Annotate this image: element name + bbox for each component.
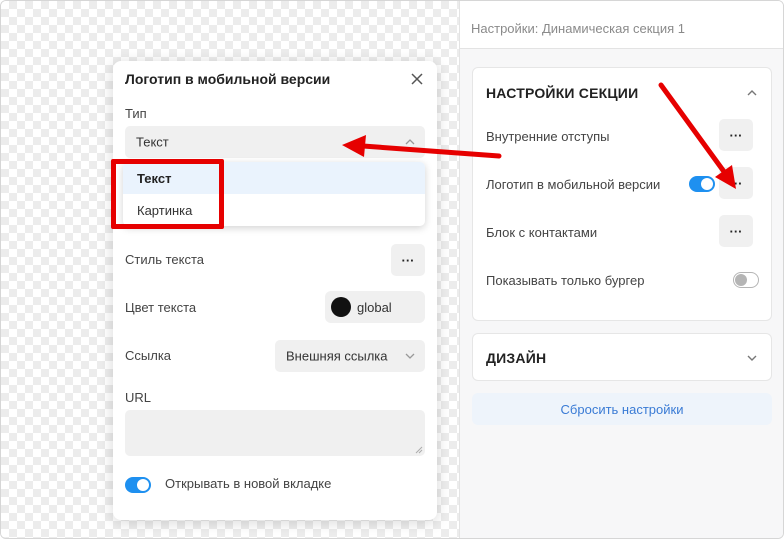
chevron-down-icon[interactable] bbox=[747, 353, 757, 363]
chevron-up-icon bbox=[405, 139, 415, 145]
color-swatch bbox=[331, 297, 351, 317]
text-style-more-button[interactable]: ··· bbox=[391, 244, 425, 276]
row-label-burger-only: Показывать только бургер bbox=[486, 273, 645, 288]
type-select[interactable]: Текст bbox=[125, 126, 425, 158]
chevron-up-icon[interactable] bbox=[747, 88, 757, 98]
text-color-label: Цвет текста bbox=[125, 300, 197, 315]
settings-panel-title: Настройки: Динамическая секция 1 bbox=[471, 21, 686, 36]
open-new-tab-toggle[interactable] bbox=[125, 477, 151, 493]
open-new-tab-label: Открывать в новой вкладке bbox=[165, 476, 332, 491]
toggle-knob bbox=[735, 274, 747, 286]
type-dropdown: Текст Картинка bbox=[123, 162, 425, 226]
mobile-logo-more-button[interactable]: ··· bbox=[719, 167, 753, 199]
mobile-logo-toggle[interactable] bbox=[689, 176, 715, 192]
row-label-inner-padding: Внутренние отступы bbox=[486, 129, 610, 144]
type-select-value: Текст bbox=[136, 134, 169, 150]
text-color-picker[interactable]: global bbox=[325, 291, 425, 323]
section-settings-card: НАСТРОЙКИ СЕКЦИИ Внутренние отступы ··· … bbox=[472, 67, 772, 321]
row-label-mobile-logo: Логотип в мобильной версии bbox=[486, 177, 661, 192]
url-label: URL bbox=[125, 390, 152, 405]
mobile-logo-modal: Логотип в мобильной версии Тип Текст Тек… bbox=[113, 61, 437, 520]
dropdown-option-image[interactable]: Картинка bbox=[123, 194, 425, 226]
url-textarea[interactable] bbox=[125, 410, 425, 456]
modal-title: Логотип в мобильной версии bbox=[125, 71, 331, 87]
row-label-contacts-block: Блок с контактами bbox=[486, 225, 598, 240]
link-label: Ссылка bbox=[125, 348, 172, 363]
burger-only-toggle[interactable] bbox=[733, 272, 759, 288]
reset-settings-button[interactable]: Сбросить настройки bbox=[472, 393, 772, 425]
contacts-block-more-button[interactable]: ··· bbox=[719, 215, 753, 247]
design-card[interactable]: ДИЗАЙН bbox=[472, 333, 772, 381]
resize-grip-icon[interactable] bbox=[415, 446, 423, 454]
settings-panel: Настройки: Динамическая секция 1 НАСТРОЙ… bbox=[459, 1, 783, 538]
toggle-knob bbox=[701, 178, 713, 190]
text-color-value: global bbox=[357, 299, 392, 315]
app-window: Настройки: Динамическая секция 1 НАСТРОЙ… bbox=[0, 0, 784, 539]
link-type-value: Внешняя ссылка bbox=[286, 348, 388, 364]
toggle-knob bbox=[137, 479, 149, 491]
dropdown-option-text[interactable]: Текст bbox=[123, 162, 425, 194]
text-style-label: Стиль текста bbox=[125, 252, 204, 267]
section-settings-title[interactable]: НАСТРОЙКИ СЕКЦИИ bbox=[486, 85, 638, 101]
close-icon[interactable] bbox=[409, 71, 425, 87]
chevron-down-icon bbox=[405, 353, 415, 359]
settings-panel-header: Настройки: Динамическая секция 1 bbox=[460, 1, 783, 49]
inner-padding-more-button[interactable]: ··· bbox=[719, 119, 753, 151]
design-card-title: ДИЗАЙН bbox=[486, 350, 547, 366]
link-type-select[interactable]: Внешняя ссылка bbox=[275, 340, 425, 372]
type-label: Тип bbox=[125, 106, 147, 121]
